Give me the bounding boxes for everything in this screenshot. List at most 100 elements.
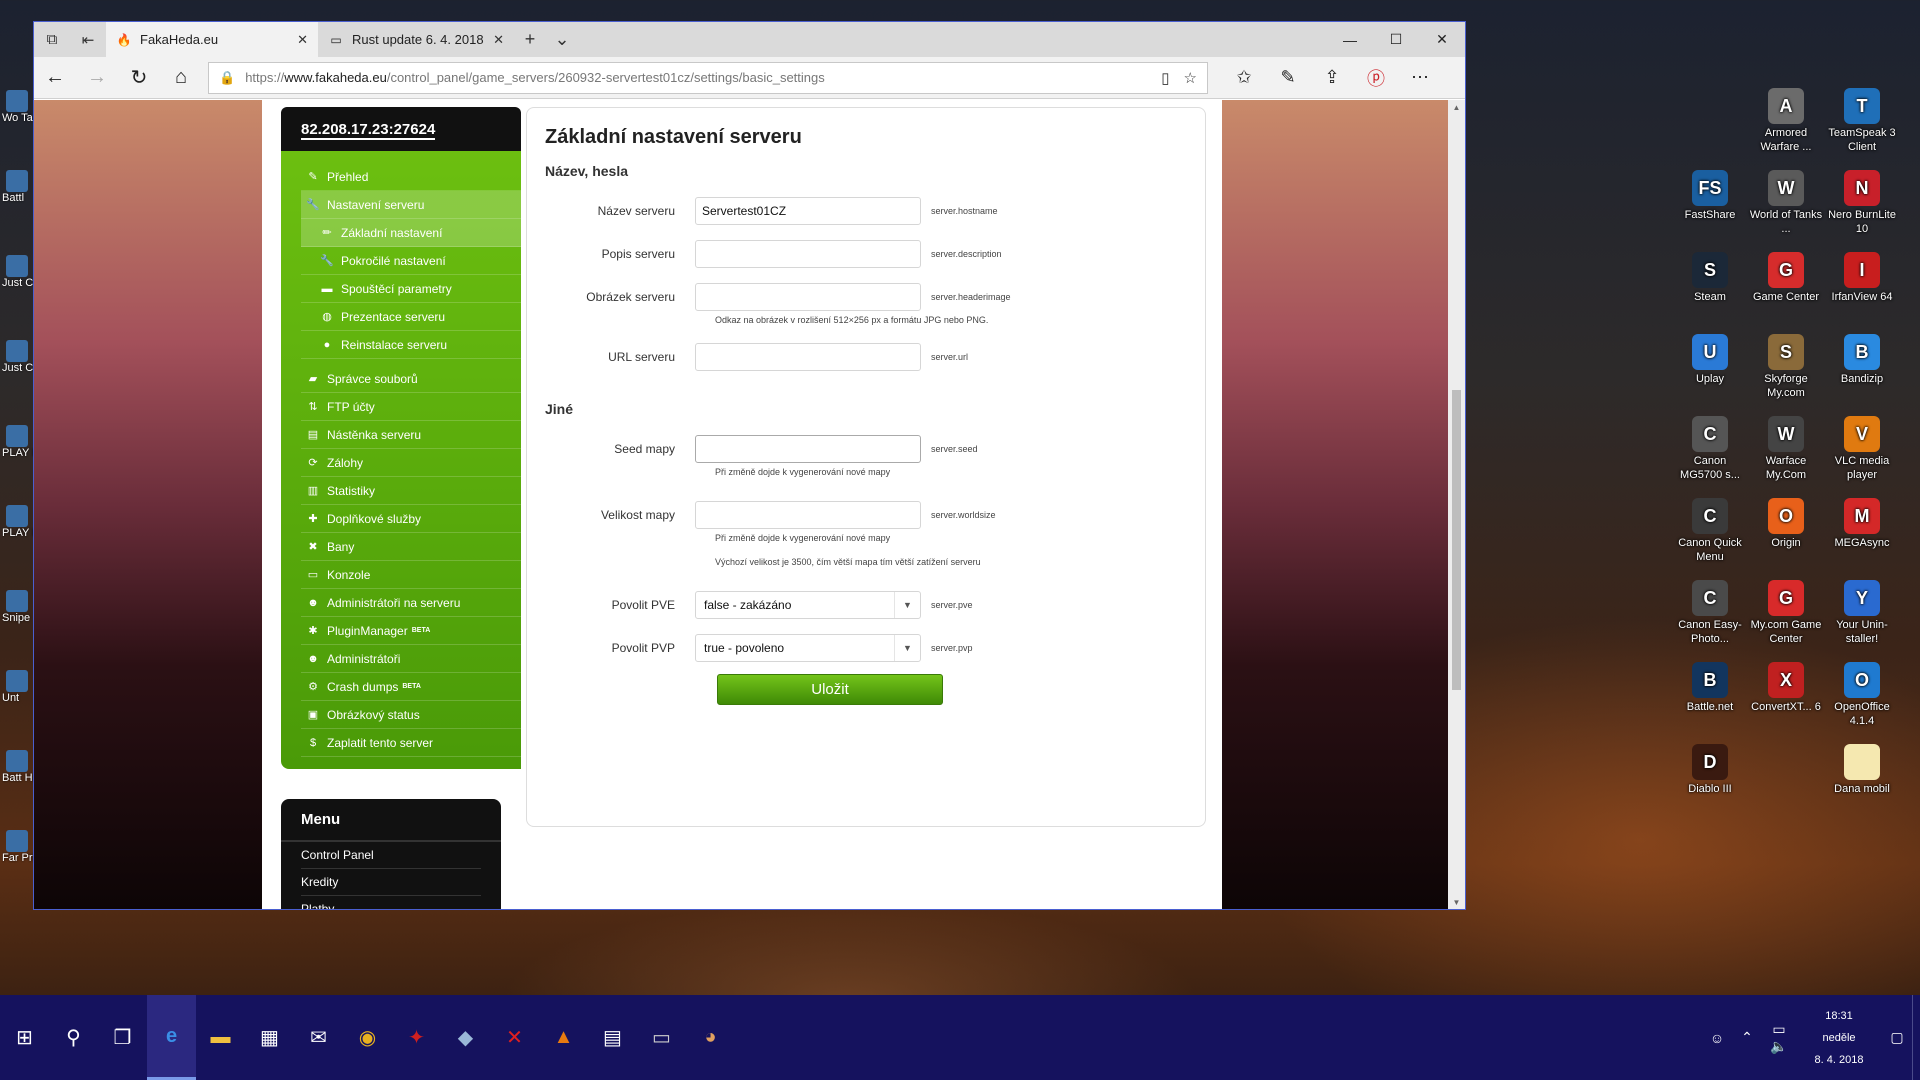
header-image-input[interactable] (695, 283, 921, 311)
clock[interactable]: 18:31 neděle 8. 4. 2018 (1796, 1005, 1882, 1071)
sidebar-item[interactable]: ⟳ Zálohy (301, 449, 521, 477)
sidebar-item[interactable]: ▣ Obrázkový status (301, 701, 521, 729)
desktop-icon[interactable]: FS FastShare (1672, 170, 1748, 222)
refresh-button[interactable]: ↻ (118, 65, 160, 90)
desktop-icon[interactable]: C Canon MG5700 s... (1672, 416, 1748, 482)
close-window-button[interactable]: ✕ (1419, 22, 1465, 57)
sidebar-item[interactable]: ▰ Správce souborů (301, 365, 521, 393)
desktop-icon[interactable]: M MEGAsync (1824, 498, 1900, 550)
desktop-icon[interactable]: PLAY BATT (2, 505, 34, 539)
menu-item-platby[interactable]: Platby (301, 896, 481, 909)
desktop-icon[interactable]: S Skyforge My.com (1748, 334, 1824, 400)
desktop-icon[interactable]: T TeamSpeak 3 Client (1824, 88, 1900, 154)
search-icon[interactable]: ⚲ (49, 995, 98, 1080)
sidebar-item[interactable]: ✚ Doplňkové služby (301, 505, 521, 533)
desktop-icon[interactable]: Far Pri (2, 830, 34, 864)
vlc-icon[interactable]: ▲ (539, 995, 588, 1080)
tab-preview-icon[interactable]: ⧉ (34, 22, 70, 57)
desktop-icon[interactable]: U Uplay (1672, 334, 1748, 386)
desktop-icon[interactable]: G My.com Game Center (1748, 580, 1824, 646)
minimize-button[interactable]: — (1327, 22, 1373, 57)
home-button[interactable]: ⌂ (160, 66, 202, 89)
desktop-icon[interactable]: V VLC media player (1824, 416, 1900, 482)
favorite-star-icon[interactable]: ☆ (1184, 69, 1197, 87)
chevron-down-icon[interactable]: ⌄ (546, 22, 578, 57)
reading-view-icon[interactable]: ▯ (1161, 69, 1169, 87)
sidebar-item[interactable]: ⇅ FTP účty (301, 393, 521, 421)
app-icon[interactable]: ◆ (441, 995, 490, 1080)
notifications-icon[interactable]: ▢ (1882, 1029, 1912, 1046)
scroll-up-icon[interactable]: ▲ (1448, 100, 1465, 114)
desktop-icon[interactable]: Batt Har (2, 750, 34, 784)
desktop-icon[interactable]: O OpenOffice 4.1.4 (1824, 662, 1900, 728)
tab-fakaheda[interactable]: 🔥 FakaHeda.eu ✕ (106, 22, 318, 57)
sidebar-item[interactable]: ⚙ Crash dumps BETA (301, 673, 521, 701)
desktop-icon[interactable]: D Diablo III (1672, 744, 1748, 796)
desktop-icon[interactable]: B Bandizip (1824, 334, 1900, 386)
desktop-icon[interactable]: Battl (2, 170, 34, 204)
seed-input[interactable] (695, 435, 921, 463)
sidebar-item[interactable]: ● Reinstalace serveru (301, 331, 521, 359)
sidebar-item[interactable]: ▭ Konzole (301, 561, 521, 589)
desktop-icon[interactable]: N Nero BurnLite 10 (1824, 170, 1900, 236)
store-icon[interactable]: ▦ (245, 995, 294, 1080)
address-bar[interactable]: 🔒 https://www.fakaheda.eu/control_panel/… (208, 61, 1208, 94)
pvp-select[interactable]: true - povoleno ▼ (695, 634, 921, 662)
scroll-thumb[interactable] (1452, 390, 1461, 690)
edge-browser-icon[interactable]: e (147, 995, 196, 1080)
desktop-icon[interactable]: O Origin (1748, 498, 1824, 550)
paint-icon[interactable]: ◕ (686, 995, 735, 1080)
description-input[interactable] (695, 240, 921, 268)
sidebar-item[interactable]: 🔧 Nastavení serveru (301, 191, 521, 219)
network-icon[interactable]: ▭ (1772, 1021, 1785, 1038)
task-view-icon[interactable]: ❐ (98, 995, 147, 1080)
network-volume-icons[interactable]: ▭ 🔈 (1762, 1021, 1796, 1055)
url-input[interactable] (695, 343, 921, 371)
desktop-icon[interactable]: B Battle.net (1672, 662, 1748, 714)
pve-select[interactable]: false - zakázáno ▼ (695, 591, 921, 619)
desktop-icon[interactable]: I IrfanView 64 (1824, 252, 1900, 304)
sidebar-item[interactable]: 🔧 Pokročilé nastavení (301, 247, 521, 275)
save-button[interactable]: Uložit (717, 674, 943, 705)
set-aside-tabs-icon[interactable]: ⇤ (70, 22, 106, 57)
mail-icon[interactable]: ✉ (294, 995, 343, 1080)
desktop-icon[interactable]: Snipe (2, 590, 34, 624)
desktop-icon[interactable]: C Canon Easy-Photo... (1672, 580, 1748, 646)
desktop-icon[interactable]: PLAY BATT (2, 425, 34, 459)
maximize-button[interactable]: ☐ (1373, 22, 1419, 57)
desktop-icon[interactable]: Wo Ta (2, 90, 34, 124)
sidebar-item[interactable]: ☻ Administrátoři na serveru (301, 589, 521, 617)
chevron-up-icon[interactable]: ⌃ (1732, 1029, 1762, 1046)
chrome-icon[interactable]: ◉ (343, 995, 392, 1080)
sidebar-item[interactable]: ▥ Statistiky (301, 477, 521, 505)
sidebar-item[interactable]: $ Zaplatit tento server (301, 729, 521, 757)
favorites-hub-icon[interactable]: ✩ (1222, 65, 1266, 91)
people-icon[interactable]: ☺ (1702, 1030, 1732, 1046)
desktop-icon[interactable]: Y Your Unin-staller! (1824, 580, 1900, 646)
sidebar-item[interactable]: ✎ Přehled (301, 163, 521, 191)
desktop-icon[interactable]: A Armored Warfare ... (1748, 88, 1824, 154)
sidebar-item[interactable]: ✖ Bany (301, 533, 521, 561)
sidebar-item[interactable]: ◍ Prezentace serveru (301, 303, 521, 331)
desktop-icon[interactable]: Unt (2, 670, 34, 704)
volume-icon[interactable]: 🔈 (1770, 1038, 1787, 1055)
sidebar-item[interactable]: ✱ PluginManager BETA (301, 617, 521, 645)
desktop-icon[interactable]: W Warface My.Com (1748, 416, 1824, 482)
sidebar-item[interactable]: ▬ Spouštěcí parametry (301, 275, 521, 303)
pinterest-icon[interactable]: ⓟ (1354, 65, 1398, 91)
desktop-icon[interactable]: S Steam (1672, 252, 1748, 304)
worldsize-input[interactable] (695, 501, 921, 529)
menu-item-kredity[interactable]: Kredity (301, 869, 481, 896)
calculator-icon[interactable]: ▤ (588, 995, 637, 1080)
scroll-down-icon[interactable]: ▼ (1448, 895, 1465, 909)
tab-rust-update[interactable]: ▭ Rust update 6. 4. 2018 - Fak ✕ (318, 22, 514, 57)
hostname-input[interactable] (695, 197, 921, 225)
sidebar-item[interactable]: ✏ Základní nastavení (301, 219, 521, 247)
desktop-icon[interactable]: W World of Tanks ... (1748, 170, 1824, 236)
sidebar-item[interactable]: ☻ Administrátoři (301, 645, 521, 673)
show-desktop-button[interactable] (1912, 995, 1920, 1080)
desktop-icon[interactable]: X ConvertXT... 6 (1748, 662, 1824, 714)
menu-item-control-panel[interactable]: Control Panel (301, 842, 481, 869)
convertxt-icon[interactable]: ✕ (490, 995, 539, 1080)
back-button[interactable]: ← (34, 66, 76, 89)
